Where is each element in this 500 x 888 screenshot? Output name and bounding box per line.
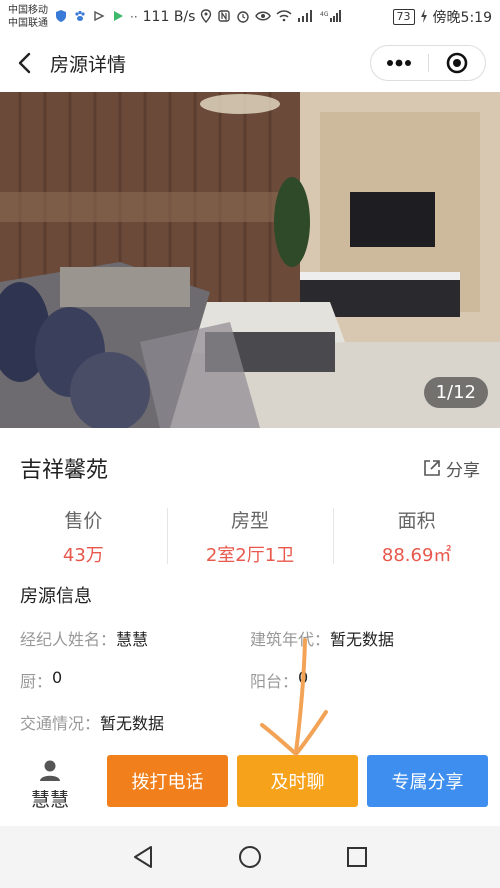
key-stats: 售价 43万 房型 2室2厅1卫 面积 88.69㎡ bbox=[0, 500, 500, 572]
share-label: 分享 bbox=[446, 460, 480, 481]
location-icon bbox=[200, 8, 212, 26]
square-recents-icon bbox=[346, 847, 367, 867]
call-button[interactable]: 拨打电话 bbox=[107, 755, 228, 807]
property-title-row: 吉祥馨苑 分享 bbox=[20, 448, 480, 488]
info-row: 厨： 0 阳台： 0 bbox=[20, 668, 500, 692]
mini-program-capsule bbox=[370, 45, 486, 81]
alarm-icon bbox=[236, 9, 250, 26]
app-icon bbox=[92, 9, 106, 26]
info-value: 暂无数据 bbox=[330, 630, 395, 649]
close-mini-program-button[interactable] bbox=[429, 46, 486, 80]
chat-button[interactable]: 及时聊 bbox=[237, 755, 358, 807]
more-button[interactable] bbox=[371, 46, 428, 80]
stat-label: 售价 bbox=[64, 509, 103, 532]
nav-home-button[interactable] bbox=[230, 837, 270, 877]
share-icon bbox=[424, 460, 440, 476]
shield-icon bbox=[54, 9, 68, 26]
image-counter: 1/12 bbox=[423, 377, 488, 408]
info-balcony: 阳台： 0 bbox=[250, 668, 480, 692]
info-build-year: 建筑年代： 暂无数据 bbox=[250, 626, 480, 650]
nav-recents-button[interactable] bbox=[337, 837, 377, 877]
stat-value: 2室2厅1卫 bbox=[205, 544, 295, 566]
info-label: 建筑年代： bbox=[250, 630, 331, 649]
info-value: 暂无数据 bbox=[100, 714, 165, 733]
more-dots-icon bbox=[387, 59, 412, 67]
info-label: 经纪人姓名： bbox=[20, 630, 117, 649]
info-value: 慧慧 bbox=[116, 630, 149, 649]
info-value: 0 bbox=[298, 668, 309, 687]
bottom-action-bar: 慧慧 拨打电话 及时聊 专属分享 bbox=[0, 750, 500, 820]
exclusive-share-button[interactable]: 专属分享 bbox=[367, 755, 488, 807]
agent-profile[interactable]: 慧慧 bbox=[0, 750, 100, 820]
info-kitchen: 厨： 0 bbox=[20, 668, 250, 692]
circle-home-icon bbox=[238, 846, 261, 868]
play-icon bbox=[111, 9, 125, 26]
carrier-info: 中国移动 中国联通 bbox=[8, 4, 48, 30]
nav-back-button[interactable] bbox=[123, 837, 163, 877]
stat-value: 43万 bbox=[62, 544, 104, 566]
info-label: 阳台： bbox=[250, 672, 299, 691]
more-dots-icon: ·· bbox=[130, 10, 138, 24]
share-button[interactable]: 分享 bbox=[422, 456, 480, 481]
system-nav-bar bbox=[0, 826, 500, 888]
signal-icon bbox=[297, 9, 315, 25]
info-value: 0 bbox=[52, 668, 63, 687]
triangle-back-icon bbox=[134, 846, 153, 868]
page-title: 房源详情 bbox=[50, 53, 127, 76]
svg-text:4G: 4G bbox=[320, 11, 329, 18]
info-agent: 经纪人姓名： 慧慧 bbox=[20, 626, 250, 650]
property-name: 吉祥馨苑 bbox=[20, 458, 109, 483]
section-title: 房源信息 bbox=[20, 586, 92, 607]
battery-indicator: 73 bbox=[392, 9, 415, 25]
stat-layout: 房型 2室2厅1卫 bbox=[166, 500, 334, 572]
carrier-2: 中国联通 bbox=[8, 18, 48, 29]
network-speed: 111 B/s bbox=[142, 9, 196, 25]
nav-header: 房源详情 bbox=[0, 34, 500, 92]
stat-label: 房型 bbox=[231, 509, 270, 532]
carrier-1: 中国移动 bbox=[8, 5, 48, 16]
property-photo[interactable]: 1/12 bbox=[0, 92, 500, 428]
info-row: 交通情况： 暂无数据 bbox=[20, 710, 500, 734]
info-traffic: 交通情况： 暂无数据 bbox=[20, 710, 320, 734]
wifi-icon bbox=[276, 9, 292, 25]
info-label: 交通情况： bbox=[20, 714, 101, 733]
agent-name: 慧慧 bbox=[30, 788, 69, 811]
signal-4g-icon: 4G bbox=[320, 9, 342, 25]
clock-time: 傍晚5:19 bbox=[432, 10, 492, 26]
stat-value: 88.69㎡ bbox=[381, 544, 452, 566]
person-icon bbox=[40, 760, 60, 781]
status-bar: 中国移动 中国联通 ·· 111 B/s 4G 73 傍晚5:19 bbox=[0, 0, 500, 34]
info-row: 经纪人姓名： 慧慧 建筑年代： 暂无数据 bbox=[20, 626, 500, 650]
living-room-image bbox=[0, 92, 500, 428]
stat-price: 售价 43万 bbox=[0, 500, 167, 572]
back-arrow-icon[interactable] bbox=[0, 34, 50, 92]
nfc-icon bbox=[217, 9, 231, 26]
stat-area: 面积 88.69㎡ bbox=[333, 500, 500, 572]
info-label: 厨： bbox=[20, 672, 53, 691]
target-close-icon bbox=[446, 52, 468, 74]
paw-icon bbox=[73, 9, 87, 26]
stat-label: 面积 bbox=[397, 509, 436, 532]
eye-icon bbox=[255, 10, 272, 25]
charging-icon bbox=[420, 8, 428, 26]
